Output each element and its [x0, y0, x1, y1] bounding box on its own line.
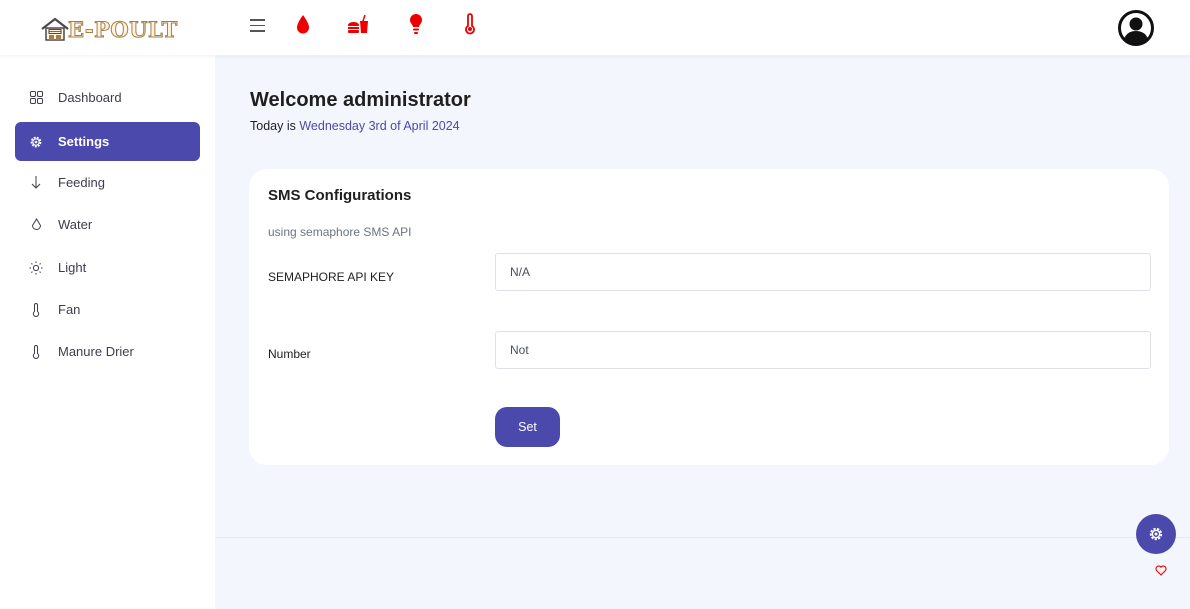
sidebar-item-label: Fan — [58, 302, 81, 317]
sidebar-item-settings[interactable]: Settings — [15, 122, 200, 161]
sidebar-item-label: Water — [58, 217, 93, 232]
sidebar-item-feeding[interactable]: Feeding — [15, 163, 200, 202]
card-title: SMS Configurations — [268, 187, 412, 204]
sidebar-item-light[interactable]: Light — [15, 248, 200, 287]
sidebar-item-fan[interactable]: Fan — [15, 290, 200, 329]
sms-config-card: SMS Configurations using semaphore SMS A… — [249, 169, 1169, 465]
arrow-down-icon — [29, 176, 43, 190]
settings-fab[interactable] — [1136, 514, 1176, 554]
sidebar-item-label: Dashboard — [58, 90, 122, 105]
sidebar-item-manure-drier[interactable]: Manure Drier — [15, 332, 200, 371]
user-avatar-icon[interactable] — [1118, 10, 1154, 46]
sun-icon — [29, 261, 43, 275]
sidebar: Dashboard Settings Feeding Water Light F… — [0, 55, 215, 609]
sidebar-item-label: Feeding — [58, 175, 105, 190]
brand-logo[interactable]: E-POULT — [40, 12, 180, 46]
gear-icon — [29, 135, 43, 149]
footer-divider — [215, 537, 1190, 538]
water-drop-icon[interactable] — [296, 14, 310, 34]
logo-text: E-POULT — [68, 16, 178, 42]
thermometer-icon[interactable] — [464, 13, 476, 35]
set-button[interactable]: Set — [495, 407, 560, 447]
sidebar-item-dashboard[interactable]: Dashboard — [15, 78, 200, 117]
grid-icon — [29, 91, 43, 105]
api-key-input[interactable] — [495, 253, 1151, 291]
number-label: Number — [268, 347, 311, 361]
card-subtitle: using semaphore SMS API — [268, 225, 412, 239]
gear-icon — [1149, 527, 1163, 541]
current-date: Wednesday 3rd of April 2024 — [299, 119, 460, 133]
feeding-icon[interactable] — [347, 14, 369, 34]
thermometer-icon — [29, 302, 43, 317]
thermometer-icon — [29, 344, 43, 359]
light-bulb-icon[interactable] — [409, 13, 423, 35]
menu-icon[interactable] — [250, 19, 265, 33]
sidebar-item-water[interactable]: Water — [15, 205, 200, 244]
sidebar-item-label: Manure Drier — [58, 344, 134, 359]
farm-house-icon — [41, 17, 69, 41]
page-title: Welcome administrator — [250, 89, 471, 111]
api-key-label: SEMAPHORE API KEY — [268, 270, 395, 284]
date-prefix: Today is — [250, 119, 300, 133]
sidebar-item-label: Light — [58, 260, 87, 275]
number-input[interactable] — [495, 331, 1151, 369]
droplet-icon — [29, 218, 43, 232]
top-navbar: E-POULT — [0, 0, 1190, 55]
sidebar-item-label: Settings — [58, 134, 110, 149]
date-line: Today is Wednesday 3rd of April 2024 — [250, 119, 460, 133]
heart-icon — [1155, 565, 1167, 576]
